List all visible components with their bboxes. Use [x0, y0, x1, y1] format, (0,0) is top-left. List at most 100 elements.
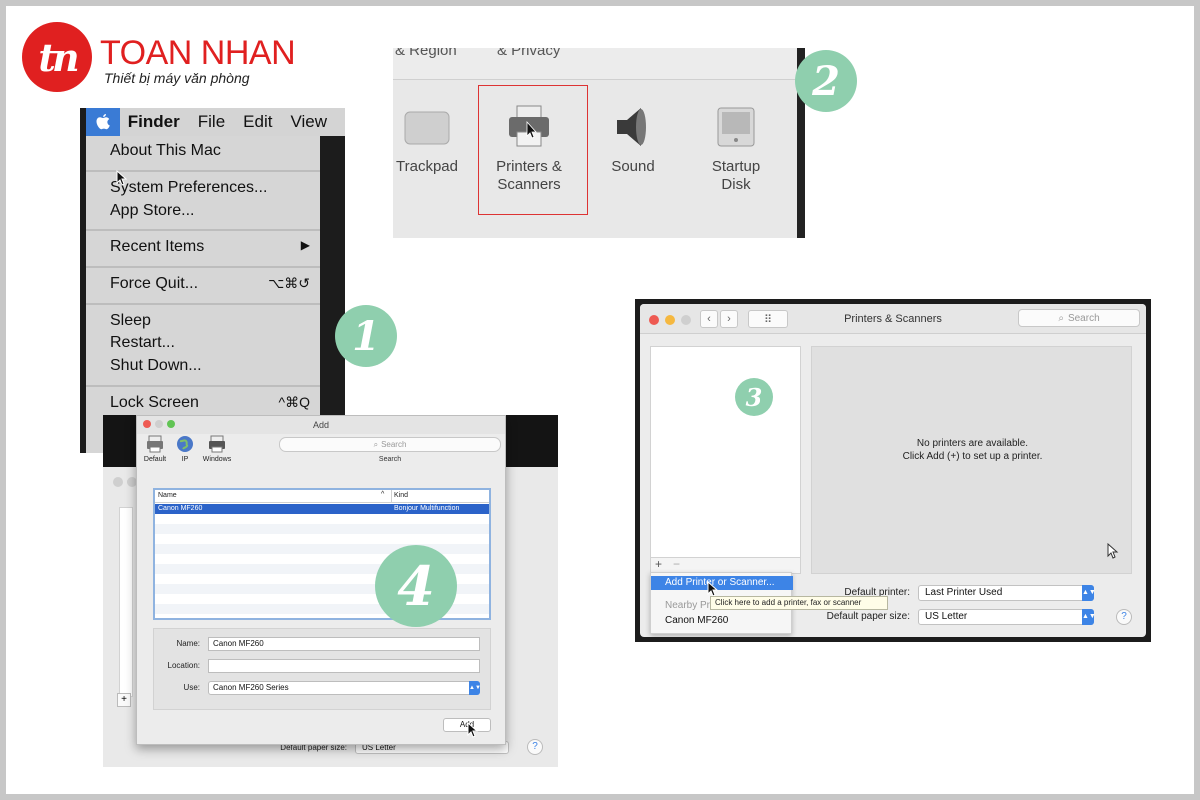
sort-ascending-icon: ^	[381, 491, 385, 498]
location-field[interactable]	[208, 659, 480, 673]
menu-item-recent-items-label: Recent Items	[110, 238, 205, 255]
zoom-button[interactable]	[167, 420, 175, 428]
background-help-button: ?	[527, 739, 543, 755]
table-header: Name ^ Kind	[155, 490, 489, 503]
windows-printer-icon	[207, 434, 227, 454]
menu-item-force-quit[interactable]: Force Quit... ⌥⌘↺	[110, 275, 310, 293]
menu-item-sleep[interactable]: Sleep	[110, 312, 310, 330]
pref-label-privacy: & Privacy	[497, 48, 561, 59]
no-printers-line2: Click Add (+) to set up a printer.	[902, 451, 1043, 462]
pref-trackpad-label: Trackpad	[396, 158, 458, 175]
apple-icon[interactable]	[86, 108, 120, 136]
toolbar-windows[interactable]: Windows	[197, 434, 237, 463]
location-label: Location:	[167, 661, 200, 670]
menu-item-about[interactable]: About This Mac	[110, 142, 310, 160]
search-placeholder: Search	[1067, 312, 1100, 324]
shortcut-force-quit: ⌥⌘↺	[268, 275, 310, 291]
row-printer-kind: Bonjour Multifunction	[394, 505, 460, 512]
dialog-search-placeholder: Search	[381, 440, 407, 449]
dialog-title: Add	[137, 416, 505, 434]
mouse-cursor-icon	[116, 170, 128, 186]
menu-item-app-store[interactable]: App Store...	[110, 202, 310, 220]
brand-logo: tn	[22, 22, 92, 92]
step-badge-1: 1	[335, 305, 397, 367]
shortcut-lock-screen: ^⌘Q	[278, 394, 310, 410]
step-badge-2: 2	[795, 50, 857, 112]
menu-separator	[86, 229, 320, 231]
menu-item-lock-screen-label: Lock Screen	[110, 394, 199, 411]
printer-icon	[505, 104, 553, 150]
menu-item-lock-screen[interactable]: Lock Screen ^⌘Q	[110, 394, 310, 412]
search-icon: ⌕	[373, 439, 379, 449]
menu-item-restart-label: Restart...	[110, 334, 175, 351]
printer-settings-form: Name: Canon MF260 Location: Use: Canon M…	[153, 628, 491, 710]
background-add-button: +	[117, 693, 131, 707]
menu-item-restart[interactable]: Restart...	[110, 334, 310, 352]
name-field[interactable]: Canon MF260	[208, 637, 480, 651]
menu-view[interactable]: View	[290, 112, 327, 132]
close-button[interactable]	[143, 420, 151, 428]
menu-bar: Finder File Edit View	[86, 108, 345, 136]
nearby-printer-item[interactable]: Canon MF260	[665, 615, 728, 626]
search-icon: ⌕	[1058, 312, 1064, 324]
default-printer-select[interactable]: Last Printer Used ▲▼	[918, 585, 1096, 601]
step2-system-preferences-screenshot: & Region & Privacy Trackpad Printers & S…	[393, 48, 805, 238]
step-badge-3: 3	[735, 378, 773, 416]
column-name[interactable]: Name	[158, 492, 177, 499]
paper-size-select[interactable]: US Letter ▲▼	[918, 609, 1096, 625]
add-printer-or-scanner-item[interactable]: Add Printer or Scanner...	[651, 576, 793, 590]
add-printer-tooltip: Click here to add a printer, fax or scan…	[710, 596, 888, 610]
remove-printer-button[interactable]: −	[673, 557, 680, 571]
pref-sound[interactable]: Sound	[583, 104, 683, 176]
popup-arrows-icon: ▲▼	[1082, 585, 1096, 601]
pref-printers-scanners[interactable]: Printers & Scanners	[479, 104, 579, 194]
brand-tagline: Thiết bị máy văn phòng	[104, 70, 250, 86]
pref-printers-label: Printers & Scanners	[496, 158, 562, 193]
menu-item-app-store-label: App Store...	[110, 202, 195, 219]
submenu-arrow-icon: ▶	[300, 238, 310, 252]
menu-file[interactable]: File	[198, 112, 225, 132]
column-kind[interactable]: Kind	[394, 492, 408, 499]
menu-item-about-label: About This Mac	[110, 142, 221, 159]
menu-item-system-preferences[interactable]: System Preferences...	[110, 179, 310, 197]
background-printer-list	[119, 507, 133, 697]
toolbar-windows-label: Windows	[202, 456, 232, 463]
minimize-button[interactable]	[155, 420, 163, 428]
row-printer-name: Canon MF260	[158, 505, 203, 512]
menu-separator	[86, 303, 320, 305]
pref-startup-disk-label: Startup Disk	[711, 158, 761, 193]
no-printers-message: No printers are available. Click Add (+)…	[812, 437, 1133, 463]
pref-sound-label: Sound	[611, 158, 655, 175]
popup-arrows-icon: ▲▼	[469, 681, 481, 695]
no-printers-line1: No printers are available.	[916, 438, 1029, 449]
name-label: Name:	[176, 639, 200, 648]
pref-trackpad[interactable]: Trackpad	[393, 104, 477, 176]
menu-edit[interactable]: Edit	[243, 112, 272, 132]
menu-finder[interactable]: Finder	[128, 112, 180, 132]
menu-item-shut-down-label: Shut Down...	[110, 357, 202, 374]
use-driver-select[interactable]: Canon MF260 Series ▲▼	[208, 681, 481, 695]
default-printer-icon	[145, 434, 165, 454]
menu-item-shut-down[interactable]: Shut Down...	[110, 357, 310, 375]
nearby-printers-header: Nearby Pri	[665, 600, 713, 611]
paper-size-label: Default paper size:	[826, 611, 910, 622]
use-label: Use:	[183, 683, 200, 692]
mouse-cursor-icon	[1107, 543, 1119, 559]
table-row[interactable]: Canon MF260 Bonjour Multifunction	[155, 504, 489, 514]
search-field[interactable]: ⌕ Search	[1018, 309, 1140, 327]
close-button	[113, 477, 123, 487]
menu-item-recent-items[interactable]: Recent Items ▶	[110, 238, 310, 256]
column-divider	[391, 490, 392, 503]
printer-detail-pane: No printers are available. Click Add (+)…	[811, 346, 1132, 574]
add-printer-button[interactable]: +	[655, 557, 662, 571]
printer-list[interactable]	[650, 346, 801, 558]
logo-mark: tn	[38, 34, 79, 80]
window-titlebar: ‹ › ⠿ Printers & Scanners ⌕ Search	[640, 304, 1146, 334]
menu-item-force-quit-label: Force Quit...	[110, 275, 199, 292]
mouse-cursor-icon	[467, 722, 479, 738]
menu-separator	[86, 385, 320, 387]
step-badge-4: 4	[375, 545, 457, 627]
help-button[interactable]: ?	[1116, 609, 1132, 625]
dialog-search-field[interactable]: ⌕ Search	[279, 437, 501, 452]
pref-startup-disk[interactable]: Startup Disk	[686, 104, 786, 194]
